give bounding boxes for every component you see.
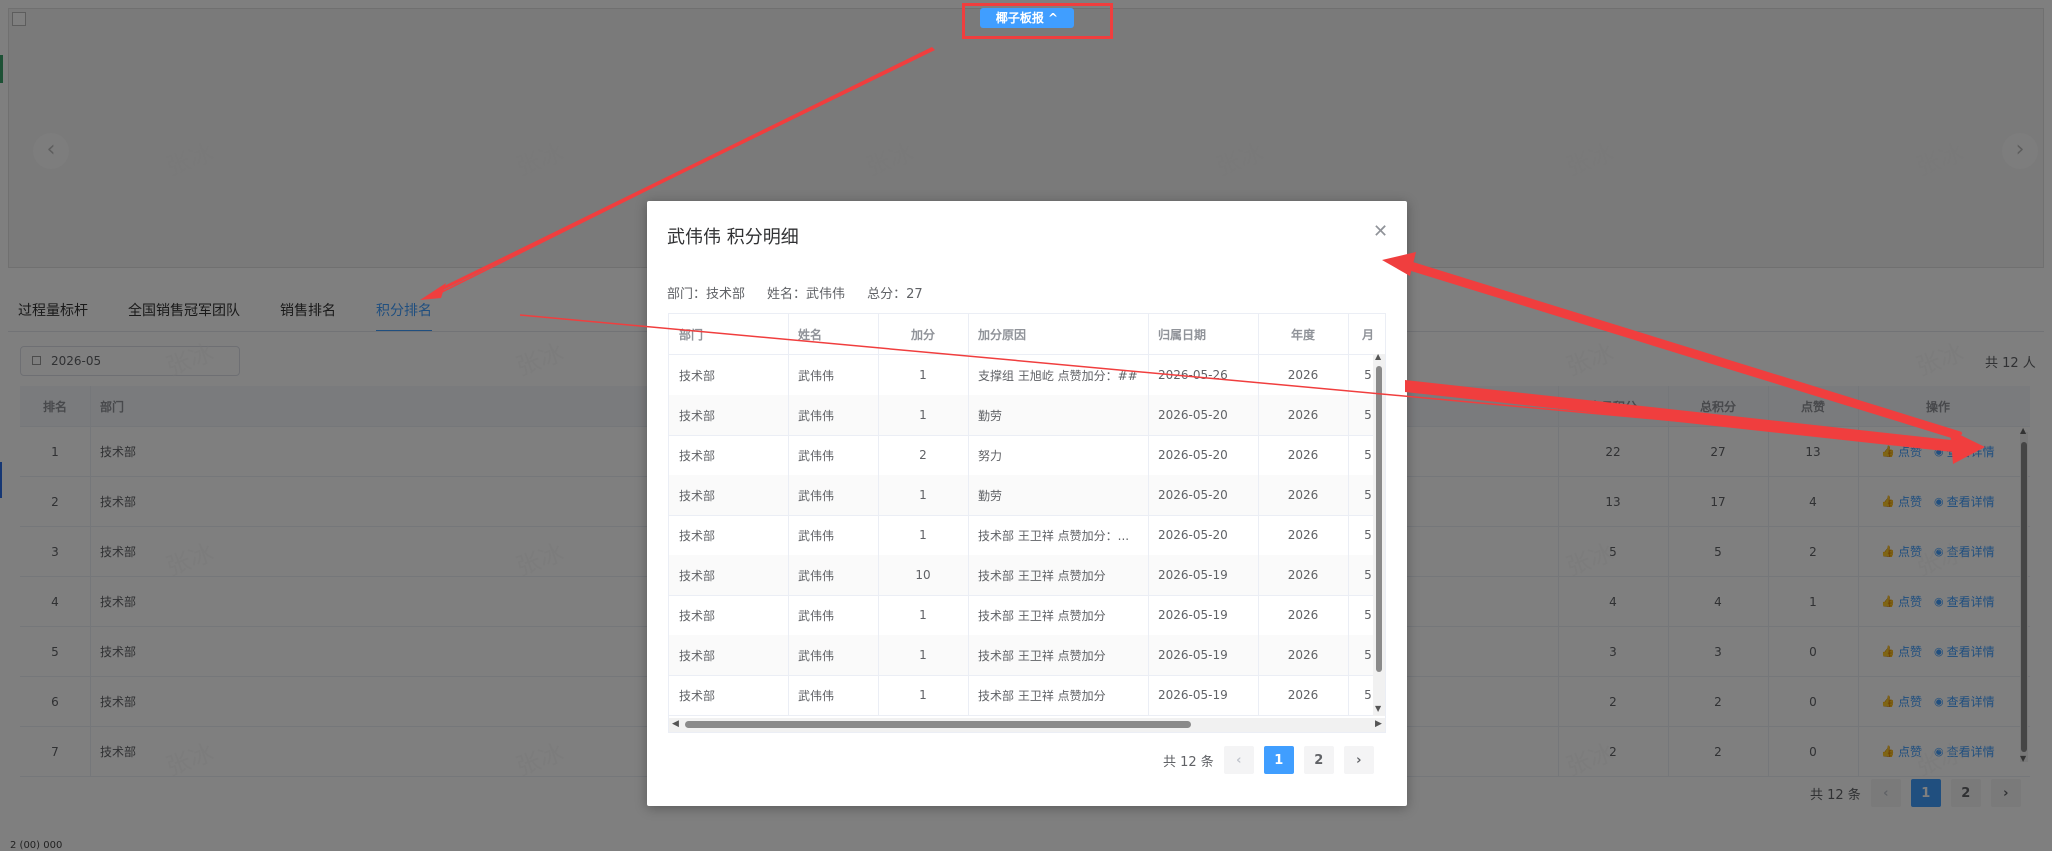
detail-reason: 技术部 王卫祥 点赞加分 <box>978 608 1106 623</box>
detail-table-row: 技术部 武伟伟 10 技术部 王卫祥 点赞加分 2026-05-19 2026 5 <box>669 555 1385 596</box>
detail-dept: 技术部 <box>679 648 716 663</box>
dialog-title: 武伟伟 积分明细 <box>667 227 799 248</box>
dialog-pagination: 共 12 条 ‹ 1 2 › <box>1163 746 1374 774</box>
detail-date: 2026-05-19 <box>1158 688 1228 702</box>
detail-points: 1 <box>919 408 927 422</box>
close-icon[interactable]: ✕ <box>1373 221 1388 242</box>
detail-date: 2026-05-20 <box>1158 408 1228 422</box>
detail-vertical-scrollbar[interactable]: ▲ ▼ <box>1373 352 1385 716</box>
dcol-dept: 部门 <box>679 327 704 342</box>
detail-reason: 勤劳 <box>978 488 1003 503</box>
detail-table-row: 技术部 武伟伟 1 勤劳 2026-05-20 2026 5 <box>669 395 1385 436</box>
detail-dept: 技术部 <box>679 608 716 623</box>
info-total: 总分：27 <box>867 287 923 302</box>
detail-table-row: 技术部 武伟伟 1 技术部 王卫祥 点赞加分 2026-05-19 2026 5 <box>669 675 1385 716</box>
detail-year: 2026 <box>1287 408 1319 422</box>
detail-points: 1 <box>919 608 927 622</box>
detail-year: 2026 <box>1287 568 1319 582</box>
detail-reason: 技术部 王卫祥 点赞加分 <box>978 648 1106 663</box>
detail-date: 2026-05-26 <box>1158 368 1228 382</box>
detail-reason: 技术部 王卫祥 点赞加分：... <box>978 528 1130 543</box>
detail-points: 2 <box>919 448 927 462</box>
detail-date: 2026-05-19 <box>1158 608 1228 622</box>
detail-points: 1 <box>919 528 927 542</box>
detail-dept: 技术部 <box>679 488 716 503</box>
detail-dept: 技术部 <box>679 408 716 423</box>
detail-name: 武伟伟 <box>798 368 835 383</box>
detail-name: 武伟伟 <box>798 648 835 663</box>
detail-name: 武伟伟 <box>798 688 835 703</box>
detail-table: 部门 姓名 加分 加分原因 归属日期 年度 月 技术部 武伟伟 1 支撑组 王旭屹 点… <box>668 313 1386 733</box>
dcol-reason: 加分原因 <box>978 327 1027 342</box>
detail-year: 2026 <box>1287 448 1319 462</box>
detail-points: 1 <box>919 648 927 662</box>
detail-points: 1 <box>919 488 927 502</box>
dcol-year: 年度 <box>1290 327 1315 342</box>
detail-dept: 技术部 <box>679 448 716 463</box>
dcol-date: 归属日期 <box>1158 327 1207 342</box>
dcol-name: 姓名 <box>798 327 823 342</box>
detail-reason: 技术部 王卫祥 点赞加分 <box>978 568 1106 583</box>
dialog-info: 部门：技术部 姓名：武伟伟 总分：27 <box>667 283 923 302</box>
detail-date: 2026-05-19 <box>1158 648 1228 662</box>
dcol-month: 月 <box>1361 327 1374 342</box>
detail-dept: 技术部 <box>679 528 716 543</box>
detail-dept: 技术部 <box>679 688 716 703</box>
detail-dept: 技术部 <box>679 368 716 383</box>
detail-dept: 技术部 <box>679 568 716 583</box>
dcol-points: 加分 <box>910 327 935 342</box>
detail-table-row: 技术部 武伟伟 1 技术部 王卫祥 点赞加分：... 2026-05-20 2026 5 <box>669 515 1385 556</box>
detail-year: 2026 <box>1287 488 1319 502</box>
detail-name: 武伟伟 <box>798 488 835 503</box>
dialog-pagination-next-button[interactable]: › <box>1343 746 1374 774</box>
detail-year: 2026 <box>1287 688 1319 702</box>
detail-reason: 技术部 王卫祥 点赞加分 <box>978 688 1106 703</box>
detail-reason: 支撑组 王旭屹 点赞加分：## <box>978 368 1138 383</box>
detail-name: 武伟伟 <box>798 448 835 463</box>
dialog-pagination-page-2[interactable]: 2 <box>1303 746 1334 774</box>
detail-year: 2026 <box>1287 528 1319 542</box>
detail-points: 1 <box>919 688 927 702</box>
dialog-pagination-total: 共 12 条 <box>1163 754 1214 770</box>
detail-name: 武伟伟 <box>798 608 835 623</box>
detail-year: 2026 <box>1287 608 1319 622</box>
detail-table-row: 技术部 武伟伟 1 技术部 王卫祥 点赞加分 2026-05-19 2026 5 <box>669 595 1385 636</box>
detail-table-row: 技术部 武伟伟 2 努力 2026-05-20 2026 5 <box>669 435 1385 476</box>
detail-date: 2026-05-20 <box>1158 448 1228 462</box>
detail-name: 武伟伟 <box>798 568 835 583</box>
detail-table-row: 技术部 武伟伟 1 支撑组 王旭屹 点赞加分：## 2026-05-26 2026 5 <box>669 355 1385 396</box>
detail-table-header: 部门 姓名 加分 加分原因 归属日期 年度 月 <box>669 314 1385 355</box>
detail-name: 武伟伟 <box>798 528 835 543</box>
info-dept: 部门：技术部 <box>667 287 746 302</box>
detail-date: 2026-05-20 <box>1158 528 1228 542</box>
info-name: 姓名：武伟伟 <box>767 287 846 302</box>
annotation-highlight-box <box>962 3 1113 39</box>
detail-table-row: 技术部 武伟伟 1 技术部 王卫祥 点赞加分 2026-05-19 2026 5 <box>669 635 1385 676</box>
detail-horizontal-scrollbar[interactable]: ◀ ▶ <box>669 718 1385 732</box>
detail-name: 武伟伟 <box>798 408 835 423</box>
dialog-pagination-page-1[interactable]: 1 <box>1263 746 1294 774</box>
detail-year: 2026 <box>1287 648 1319 662</box>
detail-table-row: 技术部 武伟伟 1 勤劳 2026-05-20 2026 5 <box>669 475 1385 516</box>
detail-date: 2026-05-19 <box>1158 568 1228 582</box>
detail-year: 2026 <box>1287 368 1319 382</box>
detail-date: 2026-05-20 <box>1158 488 1228 502</box>
detail-points: 1 <box>919 368 927 382</box>
points-detail-dialog: 武伟伟 积分明细 ✕ 部门：技术部 姓名：武伟伟 总分：27 部门 姓名 加分 … <box>647 201 1407 806</box>
dialog-pagination-prev-button[interactable]: ‹ <box>1223 746 1254 774</box>
detail-reason: 勤劳 <box>978 408 1003 423</box>
detail-reason: 努力 <box>978 448 1003 463</box>
detail-points: 10 <box>915 568 931 582</box>
